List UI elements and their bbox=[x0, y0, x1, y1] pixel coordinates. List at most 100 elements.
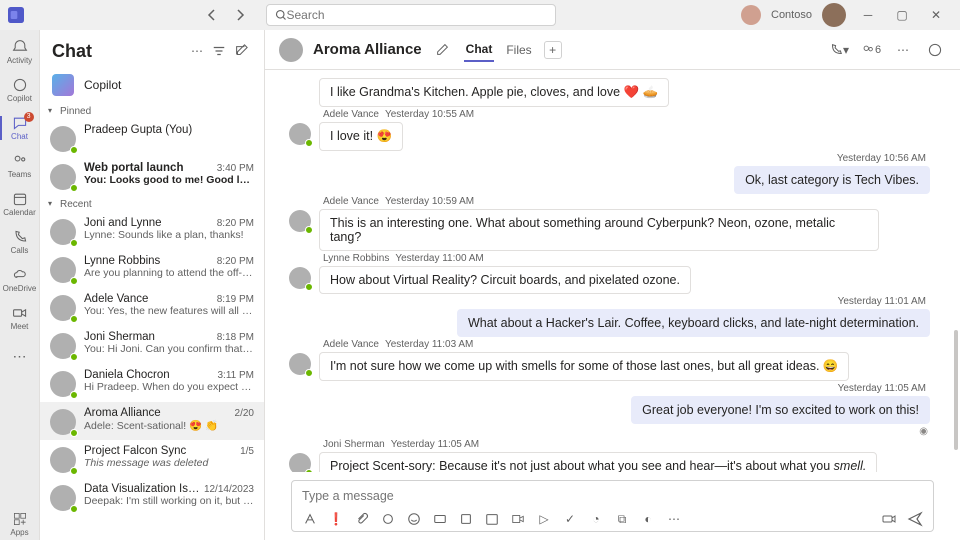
message-bubble[interactable]: I like Grandma's Kitchen. Apple pie, clo… bbox=[319, 78, 669, 107]
message-list: I like Grandma's Kitchen. Apple pie, clo… bbox=[265, 70, 960, 472]
copilot-side-button[interactable] bbox=[924, 39, 946, 61]
message-avatar bbox=[289, 267, 311, 289]
chat-item[interactable]: Lynne Robbins8:20 PMAre you planning to … bbox=[40, 250, 264, 288]
message-avatar bbox=[289, 123, 311, 145]
nav-forward-button[interactable] bbox=[230, 5, 250, 25]
rail-apps[interactable]: Apps bbox=[0, 508, 40, 540]
chat-list-more-button[interactable]: ⋯ bbox=[186, 40, 208, 62]
search-icon bbox=[275, 9, 287, 21]
chat-item[interactable]: Aroma Alliance2/20Adele: Scent-sational!… bbox=[40, 402, 264, 440]
actions-button[interactable]: ▷ bbox=[536, 511, 552, 527]
message-meta: Yesterday 10:56 AM bbox=[837, 153, 926, 164]
nav-back-button[interactable] bbox=[202, 5, 222, 25]
message-bubble[interactable]: Project Scent-sory: Because it's not jus… bbox=[319, 452, 877, 472]
conversation-more-button[interactable]: ⋯ bbox=[892, 39, 914, 61]
message-bubble[interactable]: This is an interesting one. What about s… bbox=[319, 209, 879, 251]
chat-preview: Adele: Scent-sational! 😍 👏 bbox=[84, 419, 254, 432]
tab-files[interactable]: Files bbox=[504, 39, 533, 61]
rail-calendar[interactable]: Calendar bbox=[0, 188, 40, 220]
updates-button[interactable]: ◐ bbox=[640, 511, 656, 527]
rail-label: OneDrive bbox=[3, 284, 37, 293]
approvals-button[interactable]: ✓ bbox=[562, 511, 578, 527]
format-button[interactable] bbox=[302, 511, 318, 527]
search-input[interactable] bbox=[287, 8, 547, 22]
message-bubble[interactable]: Ok, last category is Tech Vibes. bbox=[734, 166, 930, 194]
tab-chat[interactable]: Chat bbox=[464, 38, 495, 62]
message-meta: Lynne RobbinsYesterday 11:00 AM bbox=[323, 253, 930, 264]
gif-button[interactable] bbox=[432, 511, 448, 527]
add-tab-button[interactable]: + bbox=[544, 41, 562, 59]
chat-name: Aroma Alliance bbox=[84, 407, 161, 419]
message-bubble[interactable]: I'm not sure how we come up with smells … bbox=[319, 352, 849, 381]
rail-teams[interactable]: Teams bbox=[0, 150, 40, 182]
chat-time: 8:20 PM bbox=[217, 218, 254, 229]
chat-list-header: Chat ⋯ bbox=[40, 30, 264, 68]
copilot-entry[interactable]: Copilot bbox=[40, 68, 264, 102]
window-maximize-button[interactable]: ▢ bbox=[890, 3, 914, 27]
send-button[interactable] bbox=[907, 511, 923, 527]
message-bubble[interactable]: Great job everyone! I'm so excited to wo… bbox=[631, 396, 930, 424]
rail-copilot[interactable]: Copilot bbox=[0, 74, 40, 106]
window-close-button[interactable]: ✕ bbox=[924, 3, 948, 27]
rail-label: Teams bbox=[8, 170, 32, 179]
viva-button[interactable]: ◔ bbox=[588, 511, 604, 527]
chat-item[interactable]: Project Falcon Sync1/5This message was d… bbox=[40, 440, 264, 478]
message-bubble[interactable]: I love it! 😍 bbox=[319, 122, 403, 151]
user-avatar[interactable] bbox=[822, 3, 846, 27]
stream-button[interactable] bbox=[510, 511, 526, 527]
message-composer[interactable]: ❗ ▷ ✓ ◔ ⧉ ◐ ⋯ bbox=[291, 480, 934, 532]
org-avatar[interactable] bbox=[741, 5, 761, 25]
loop-button[interactable] bbox=[380, 511, 396, 527]
message-meta: Yesterday 11:01 AM bbox=[838, 296, 926, 307]
rail-label: Apps bbox=[10, 528, 28, 537]
chat-list-filter-button[interactable] bbox=[208, 40, 230, 62]
rail-calls[interactable]: Calls bbox=[0, 226, 40, 258]
emoji-button[interactable] bbox=[406, 511, 422, 527]
chat-avatar bbox=[50, 164, 76, 190]
message-avatar bbox=[289, 210, 311, 232]
new-chat-button[interactable] bbox=[230, 40, 252, 62]
chat-item[interactable]: Web portal launch3:40 PMYou: Looks good … bbox=[40, 157, 264, 195]
rail-label: Meet bbox=[11, 322, 29, 331]
composer-more-button[interactable]: ⋯ bbox=[666, 511, 682, 527]
chat-time: 8:18 PM bbox=[217, 332, 254, 343]
section-pinned[interactable]: Pinned bbox=[40, 102, 264, 119]
chat-time: 3:11 PM bbox=[218, 370, 255, 381]
chat-item[interactable]: Joni and Lynne8:20 PMLynne: Sounds like … bbox=[40, 212, 264, 250]
rail-onedrive[interactable]: OneDrive bbox=[0, 264, 40, 296]
rail-chat[interactable]: 3Chat bbox=[0, 112, 40, 144]
schedule-button[interactable] bbox=[484, 511, 500, 527]
chat-item[interactable]: Daniela Chocron3:11 PMHi Pradeep. When d… bbox=[40, 364, 264, 402]
rail-more[interactable]: ⋯ bbox=[0, 340, 40, 372]
rail-meet[interactable]: Meet bbox=[0, 302, 40, 334]
edit-name-button[interactable] bbox=[432, 39, 454, 61]
rail-label: Calls bbox=[11, 246, 29, 255]
global-search[interactable] bbox=[266, 4, 556, 26]
chat-item[interactable]: Pradeep Gupta (You) bbox=[40, 119, 264, 157]
message-bubble[interactable]: What about a Hacker's Lair. Coffee, keyb… bbox=[457, 309, 930, 337]
chat-item[interactable]: Adele Vance8:19 PMYou: Yes, the new feat… bbox=[40, 288, 264, 326]
chat-name: Adele Vance bbox=[84, 293, 148, 305]
record-button[interactable] bbox=[881, 511, 897, 527]
chat-time: 8:20 PM bbox=[217, 256, 254, 267]
sticker-button[interactable] bbox=[458, 511, 474, 527]
call-button[interactable]: ▾ bbox=[828, 39, 850, 61]
chat-item[interactable]: Joni Sherman8:18 PMYou: Hi Joni. Can you… bbox=[40, 326, 264, 364]
composer-input[interactable] bbox=[302, 489, 923, 503]
app-rail: Activity Copilot 3Chat Teams Calendar Ca… bbox=[0, 30, 40, 540]
polls-button[interactable]: ⧉ bbox=[614, 511, 630, 527]
scrollbar[interactable] bbox=[954, 90, 958, 490]
message-bubble[interactable]: How about Virtual Reality? Circuit board… bbox=[319, 266, 691, 294]
attach-button[interactable] bbox=[354, 511, 370, 527]
priority-button[interactable]: ❗ bbox=[328, 511, 344, 527]
message-incoming: Adele VanceYesterday 10:55 AMI love it! … bbox=[289, 109, 930, 151]
chat-avatar bbox=[50, 295, 76, 321]
people-button[interactable]: 6 bbox=[860, 39, 882, 61]
rail-label: Chat bbox=[11, 132, 28, 141]
chat-item[interactable]: Data Visualization Issue12/14/2023Deepak… bbox=[40, 478, 264, 516]
section-recent[interactable]: Recent bbox=[40, 195, 264, 212]
window-minimize-button[interactable]: ─ bbox=[856, 3, 880, 27]
composer-toolbar: ❗ ▷ ✓ ◔ ⧉ ◐ ⋯ bbox=[302, 511, 923, 527]
chat-time: 1/5 bbox=[240, 446, 254, 457]
rail-activity[interactable]: Activity bbox=[0, 36, 40, 68]
